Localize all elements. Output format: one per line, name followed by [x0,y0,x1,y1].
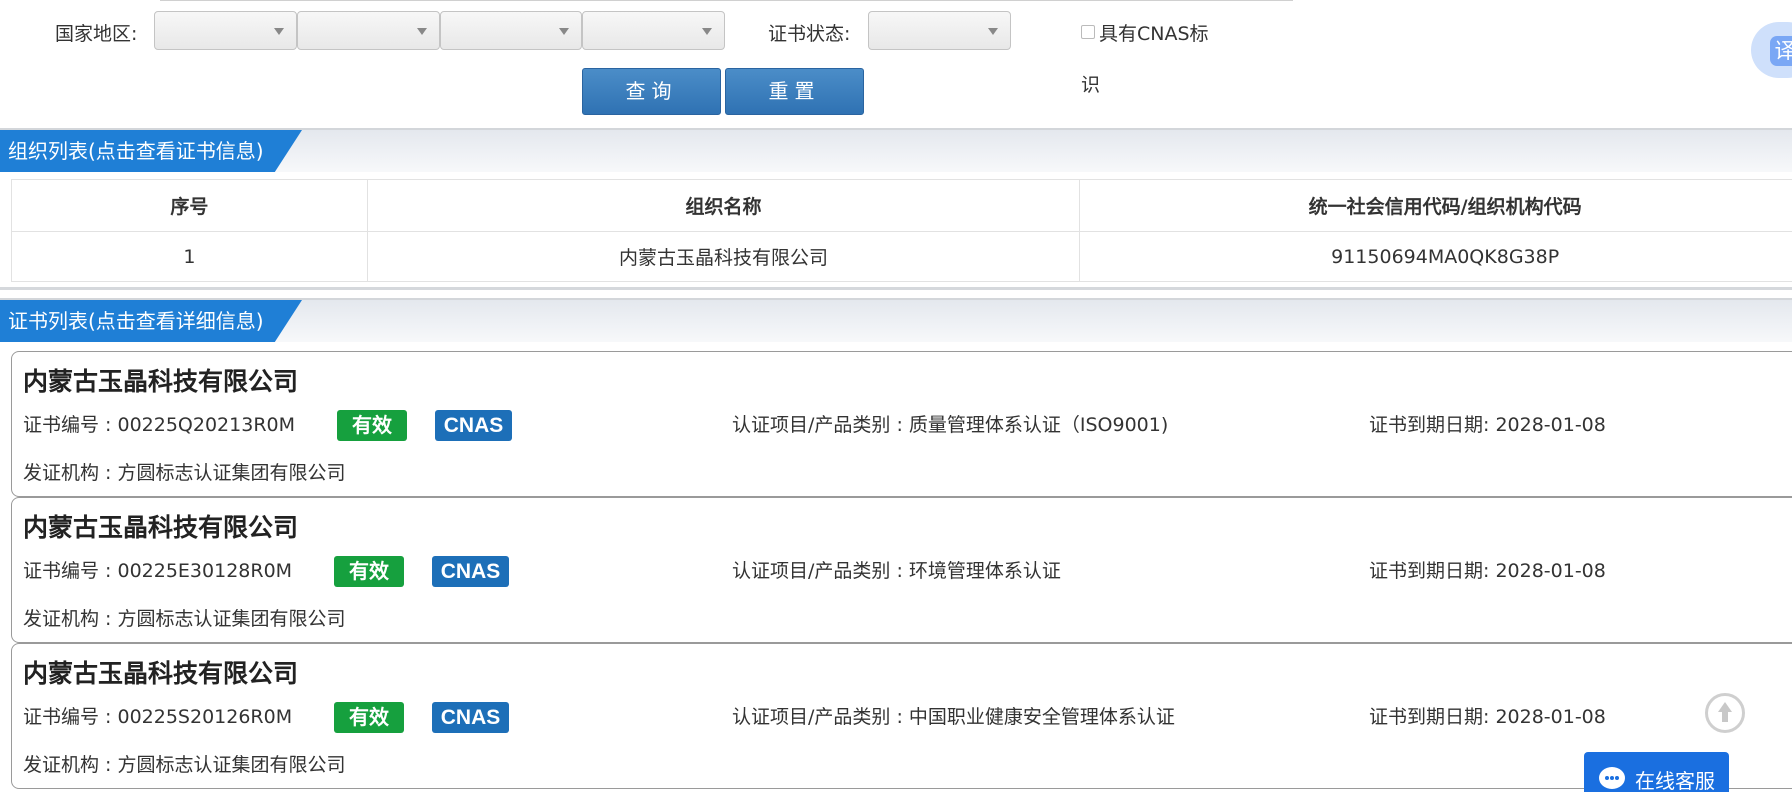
cnas-checkbox-label-wrap: 识 [1081,73,1100,97]
province-select[interactable] [297,11,440,50]
cnas-badge: CNAS [432,702,509,733]
chevron-down-icon [559,28,569,35]
chat-bubble-icon [1599,767,1625,789]
top-divider [160,0,1293,1]
org-section-title: 组织列表(点击查看证书信息) [0,130,302,172]
status-select[interactable] [868,11,1011,50]
status-label: 证书状态: [768,22,850,46]
cell-org-name[interactable]: 内蒙古玉晶科技有限公司 [367,232,1080,282]
translate-icon: 译 [1770,36,1792,66]
status-badge: 有效 [334,556,404,587]
chevron-down-icon [702,28,712,35]
table-header-row: 序号 组织名称 统一社会信用代码/组织机构代码 [12,180,1792,232]
column-header-credit-code: 统一社会信用代码/组织机构代码 [1080,180,1792,232]
arrow-up-stem [1722,711,1728,722]
translate-button[interactable]: 译 [1751,22,1792,78]
online-service-label: 在线客服 [1635,765,1715,794]
cnas-badge: CNAS [432,556,509,587]
cell-credit-code: 91150694MA0QK8G38P [1080,232,1792,282]
district-select[interactable] [582,11,725,50]
certificate-card[interactable]: 内蒙古玉晶科技有限公司 证书编号 : 00225E30128R0M 有效 CNA… [11,497,1792,643]
status-badge: 有效 [337,410,407,441]
cert-category: 认证项目/产品类别 : 中国职业健康安全管理体系认证 [732,705,1175,729]
table-row[interactable]: 1 内蒙古玉晶科技有限公司 91150694MA0QK8G38P [12,232,1792,282]
cert-number: 证书编号 : 00225Q20213R0M [23,413,295,437]
region-label: 国家地区: [55,22,137,46]
query-button[interactable]: 查询 [582,68,721,115]
back-to-top-button[interactable] [1705,693,1745,733]
cert-issuer: 发证机构 : 方圆标志认证集团有限公司 [23,753,345,777]
org-section-header: 组织列表(点击查看证书信息) [0,128,1792,172]
cert-issuer: 发证机构 : 方圆标志认证集团有限公司 [23,607,345,631]
card-company-name: 内蒙古玉晶科技有限公司 [23,362,298,398]
org-table: 序号 组织名称 统一社会信用代码/组织机构代码 1 内蒙古玉晶科技有限公司 91… [11,179,1792,282]
city-select[interactable] [440,11,582,50]
cell-index: 1 [12,232,368,282]
status-badge: 有效 [334,702,404,733]
cert-expiry: 证书到期日期: 2028-01-08 [1369,705,1606,729]
chevron-down-icon [274,28,284,35]
cert-issuer: 发证机构 : 方圆标志认证集团有限公司 [23,461,345,485]
cert-category: 认证项目/产品类别 : 质量管理体系认证（ISO9001) [732,413,1168,437]
cert-section-header: 证书列表(点击查看详细信息) [0,298,1792,342]
section-divider [0,287,1792,290]
column-header-index: 序号 [12,180,368,232]
card-company-name: 内蒙古玉晶科技有限公司 [23,508,298,544]
cnas-badge: CNAS [435,410,512,441]
chevron-down-icon [417,28,427,35]
cert-section-title: 证书列表(点击查看详细信息) [0,300,302,342]
cert-number: 证书编号 : 00225E30128R0M [23,559,292,583]
cert-number: 证书编号 : 00225S20126R0M [23,705,292,729]
cert-expiry: 证书到期日期: 2028-01-08 [1369,559,1606,583]
cnas-checkbox[interactable] [1081,25,1095,39]
chevron-down-icon [988,28,998,35]
cnas-checkbox-label: 具有CNAS标 [1099,22,1209,46]
reset-button[interactable]: 重置 [725,68,864,115]
search-form: 国家地区: 证书状态: 具有CNAS标 识 查询 重置 译 [0,0,1792,125]
certificate-card[interactable]: 内蒙古玉晶科技有限公司 证书编号 : 00225S20126R0M 有效 CNA… [11,643,1792,789]
cert-expiry: 证书到期日期: 2028-01-08 [1369,413,1606,437]
column-header-org-name: 组织名称 [367,180,1080,232]
country-select[interactable] [154,11,297,50]
cert-category: 认证项目/产品类别 : 环境管理体系认证 [732,559,1061,583]
certificate-card[interactable]: 内蒙古玉晶科技有限公司 证书编号 : 00225Q20213R0M 有效 CNA… [11,351,1792,497]
online-service-button[interactable]: 在线客服 [1584,752,1729,792]
card-company-name: 内蒙古玉晶科技有限公司 [23,654,298,690]
